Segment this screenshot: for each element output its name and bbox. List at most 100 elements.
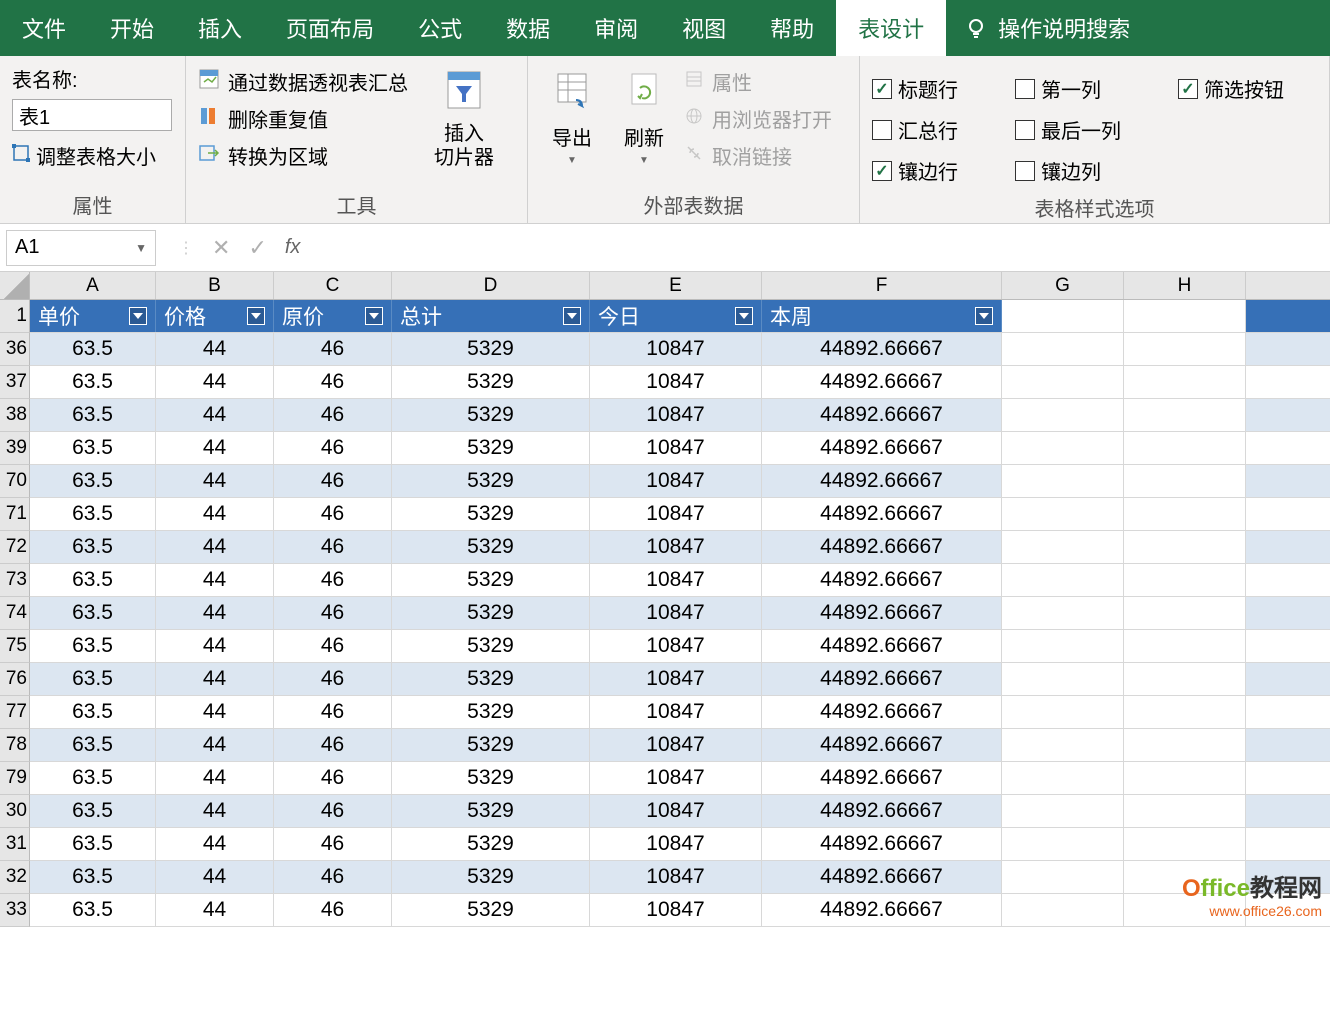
tab-pagelayout[interactable]: 页面布局 [264, 0, 396, 56]
row-header[interactable]: 74 [0, 597, 30, 630]
export-button[interactable]: 导出 ▼ [540, 64, 604, 173]
cell[interactable] [1002, 564, 1124, 596]
cell[interactable]: 5329 [392, 630, 590, 662]
cell[interactable]: 46 [274, 465, 392, 497]
cell[interactable]: 10847 [590, 564, 762, 596]
cell[interactable]: 10847 [590, 828, 762, 860]
cell[interactable]: 63.5 [30, 894, 156, 926]
cell[interactable]: 44892.66667 [762, 630, 1002, 662]
cell[interactable]: 46 [274, 828, 392, 860]
cell[interactable] [1124, 564, 1246, 596]
table-name-input[interactable] [12, 99, 172, 131]
cell[interactable]: 63.5 [30, 663, 156, 695]
cell[interactable]: 63.5 [30, 432, 156, 464]
cell[interactable]: 44 [156, 894, 274, 926]
cell[interactable] [1124, 828, 1246, 860]
cell[interactable]: 63.5 [30, 333, 156, 365]
select-all-corner[interactable] [0, 272, 30, 299]
cell[interactable]: 5329 [392, 663, 590, 695]
cell[interactable]: 63.5 [30, 762, 156, 794]
cell[interactable]: 5329 [392, 729, 590, 761]
cell[interactable]: 10847 [590, 465, 762, 497]
checkbox-banded-rows[interactable]: 镶边行 [872, 152, 991, 189]
cell[interactable]: 10847 [590, 795, 762, 827]
cell[interactable]: 10847 [590, 366, 762, 398]
cell[interactable] [1002, 861, 1124, 893]
cell[interactable]: 63.5 [30, 861, 156, 893]
cell[interactable]: 63.5 [30, 399, 156, 431]
name-box[interactable]: A1 ▼ [6, 230, 156, 266]
cell[interactable]: 10847 [590, 498, 762, 530]
cell[interactable]: 46 [274, 762, 392, 794]
tab-file[interactable]: 文件 [0, 0, 88, 56]
cell[interactable]: 44 [156, 762, 274, 794]
cell[interactable] [1124, 531, 1246, 563]
cell[interactable] [1124, 465, 1246, 497]
cell[interactable]: 63.5 [30, 729, 156, 761]
cell[interactable]: 10847 [590, 861, 762, 893]
cell[interactable] [1002, 894, 1124, 926]
pivot-summary-button[interactable]: 通过数据透视表汇总 [198, 64, 408, 99]
cell[interactable] [1002, 729, 1124, 761]
cell[interactable] [1002, 531, 1124, 563]
cell[interactable]: 5329 [392, 696, 590, 728]
formula-input[interactable] [316, 230, 1330, 266]
row-header[interactable]: 70 [0, 465, 30, 498]
col-header-c[interactable]: C [274, 272, 392, 299]
cell[interactable]: 44 [156, 861, 274, 893]
cell[interactable]: 44892.66667 [762, 663, 1002, 695]
cell[interactable] [1002, 597, 1124, 629]
cell[interactable]: 63.5 [30, 465, 156, 497]
checkbox-first-col[interactable]: 第一列 [1015, 70, 1154, 107]
cell[interactable]: 5329 [392, 498, 590, 530]
cell[interactable]: 44892.66667 [762, 828, 1002, 860]
cell[interactable] [1124, 432, 1246, 464]
cell[interactable]: 46 [274, 333, 392, 365]
table-header-cell[interactable]: 原价 [274, 300, 392, 332]
cell[interactable]: 63.5 [30, 597, 156, 629]
cell[interactable]: 10847 [590, 333, 762, 365]
filter-dropdown-icon[interactable] [247, 307, 265, 325]
cell[interactable]: 5329 [392, 564, 590, 596]
cell[interactable]: 10847 [590, 894, 762, 926]
row-header[interactable]: 79 [0, 762, 30, 795]
checkbox-header-row[interactable]: 标题行 [872, 70, 991, 107]
cell[interactable]: 10847 [590, 432, 762, 464]
enter-formula-button[interactable]: ✓ [248, 235, 266, 261]
cell[interactable]: 46 [274, 531, 392, 563]
cell[interactable]: 10847 [590, 729, 762, 761]
cell[interactable]: 5329 [392, 531, 590, 563]
row-header[interactable]: 76 [0, 663, 30, 696]
cancel-formula-button[interactable]: ✕ [212, 235, 230, 261]
table-header-cell[interactable] [1124, 300, 1246, 332]
cell[interactable]: 44 [156, 729, 274, 761]
cell[interactable] [1002, 465, 1124, 497]
cell[interactable]: 5329 [392, 333, 590, 365]
col-header-h[interactable]: H [1124, 272, 1246, 299]
cell[interactable]: 5329 [392, 894, 590, 926]
cell[interactable]: 46 [274, 630, 392, 662]
cell[interactable]: 5329 [392, 465, 590, 497]
cell[interactable] [1002, 333, 1124, 365]
cell[interactable] [1124, 597, 1246, 629]
table-header-cell[interactable]: 价格 [156, 300, 274, 332]
cell[interactable] [1124, 795, 1246, 827]
checkbox-filter-button[interactable]: 筛选按钮 [1178, 70, 1317, 107]
cell[interactable]: 46 [274, 432, 392, 464]
cell[interactable] [1002, 366, 1124, 398]
row-header[interactable]: 31 [0, 828, 30, 861]
cell[interactable]: 10847 [590, 762, 762, 794]
cell[interactable]: 44 [156, 366, 274, 398]
cell[interactable]: 46 [274, 861, 392, 893]
cell[interactable]: 44 [156, 630, 274, 662]
cell[interactable]: 44 [156, 597, 274, 629]
row-header[interactable]: 30 [0, 795, 30, 828]
row-header[interactable]: 71 [0, 498, 30, 531]
cell[interactable]: 10847 [590, 399, 762, 431]
cell[interactable]: 46 [274, 795, 392, 827]
cell[interactable] [1002, 663, 1124, 695]
cell[interactable] [1002, 630, 1124, 662]
table-header-cell[interactable]: 本周 [762, 300, 1002, 332]
row-header[interactable]: 72 [0, 531, 30, 564]
refresh-button[interactable]: 刷新 ▼ [612, 64, 676, 173]
